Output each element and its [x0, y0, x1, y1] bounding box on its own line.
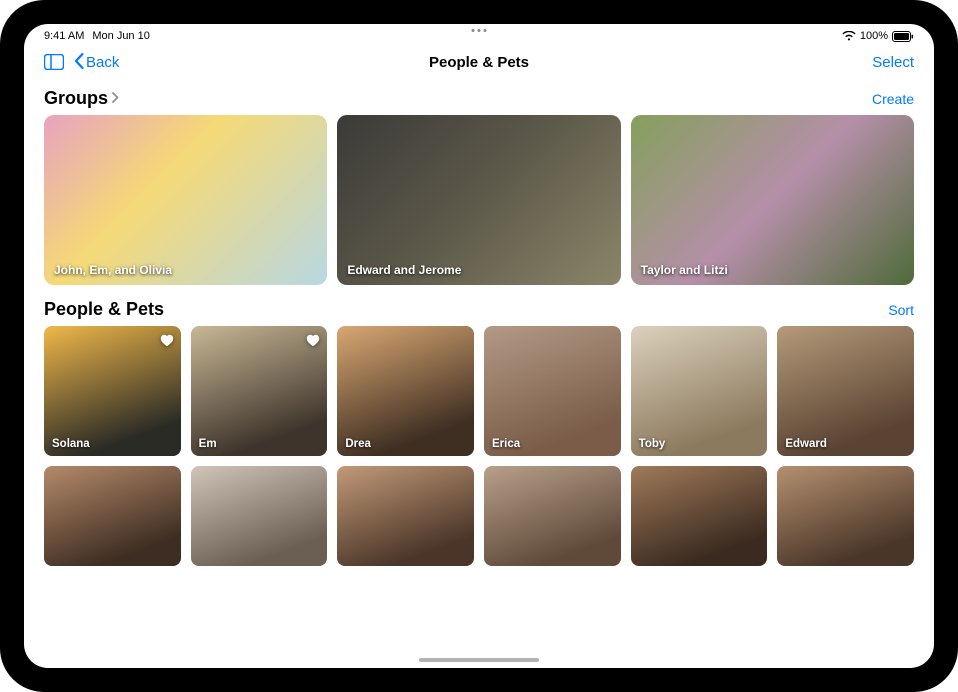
create-group-button[interactable]: Create: [872, 91, 914, 107]
group-label: Taylor and Litzi: [641, 263, 728, 277]
person-card[interactable]: Em: [191, 326, 328, 456]
select-button[interactable]: Select: [872, 54, 914, 71]
groups-title-label: Groups: [44, 88, 108, 109]
back-button[interactable]: Back: [74, 53, 119, 72]
person-label: Edward: [785, 438, 827, 450]
person-card[interactable]: [337, 466, 474, 566]
person-card[interactable]: [631, 466, 768, 566]
group-card[interactable]: Edward and Jerome: [337, 115, 620, 285]
person-card[interactable]: Toby: [631, 326, 768, 456]
device-frame: 9:41 AM Mon Jun 10 100%: [0, 0, 958, 692]
wifi-icon: [842, 31, 856, 41]
people-title: People & Pets: [44, 299, 164, 320]
screen: 9:41 AM Mon Jun 10 100%: [24, 24, 934, 668]
person-card[interactable]: Drea: [337, 326, 474, 456]
multitask-dots-icon[interactable]: [472, 29, 487, 32]
people-grid: Solana Em Drea Erica Toby Edward: [44, 326, 914, 566]
person-label: Drea: [345, 438, 371, 450]
heart-icon: [159, 332, 175, 348]
groups-title-button[interactable]: Groups: [44, 88, 119, 109]
group-card[interactable]: John, Em, and Olivia: [44, 115, 327, 285]
nav-bar: Back People & Pets Select: [24, 44, 934, 80]
person-card[interactable]: [777, 466, 914, 566]
heart-icon: [305, 332, 321, 348]
content-scroll[interactable]: Groups Create John, Em, and Olivia Edwar…: [24, 80, 934, 668]
page-title: People & Pets: [24, 54, 934, 71]
person-card[interactable]: Erica: [484, 326, 621, 456]
person-label: Erica: [492, 438, 520, 450]
status-date: Mon Jun 10: [92, 30, 149, 42]
groups-row: John, Em, and Olivia Edward and Jerome T…: [44, 115, 914, 285]
person-card[interactable]: [44, 466, 181, 566]
person-label: Toby: [639, 438, 666, 450]
people-title-label: People & Pets: [44, 299, 164, 320]
person-card[interactable]: Edward: [777, 326, 914, 456]
group-label: John, Em, and Olivia: [54, 263, 172, 277]
person-card[interactable]: [191, 466, 328, 566]
status-time: 9:41 AM: [44, 30, 84, 42]
person-label: Em: [199, 438, 217, 450]
sort-button[interactable]: Sort: [888, 302, 914, 318]
people-section-header: People & Pets Sort: [44, 299, 914, 320]
battery-icon: [892, 31, 914, 42]
chevron-left-icon: [74, 53, 84, 72]
person-card[interactable]: [484, 466, 621, 566]
sidebar-toggle-button[interactable]: [44, 54, 64, 70]
battery-pct: 100%: [860, 30, 888, 42]
group-card[interactable]: Taylor and Litzi: [631, 115, 914, 285]
back-label: Back: [86, 54, 119, 71]
person-card[interactable]: Solana: [44, 326, 181, 456]
chevron-right-icon: [112, 92, 119, 106]
status-bar: 9:41 AM Mon Jun 10 100%: [24, 24, 934, 44]
home-indicator[interactable]: [419, 658, 539, 662]
groups-section-header: Groups Create: [44, 88, 914, 109]
group-label: Edward and Jerome: [347, 263, 461, 277]
person-label: Solana: [52, 438, 90, 450]
